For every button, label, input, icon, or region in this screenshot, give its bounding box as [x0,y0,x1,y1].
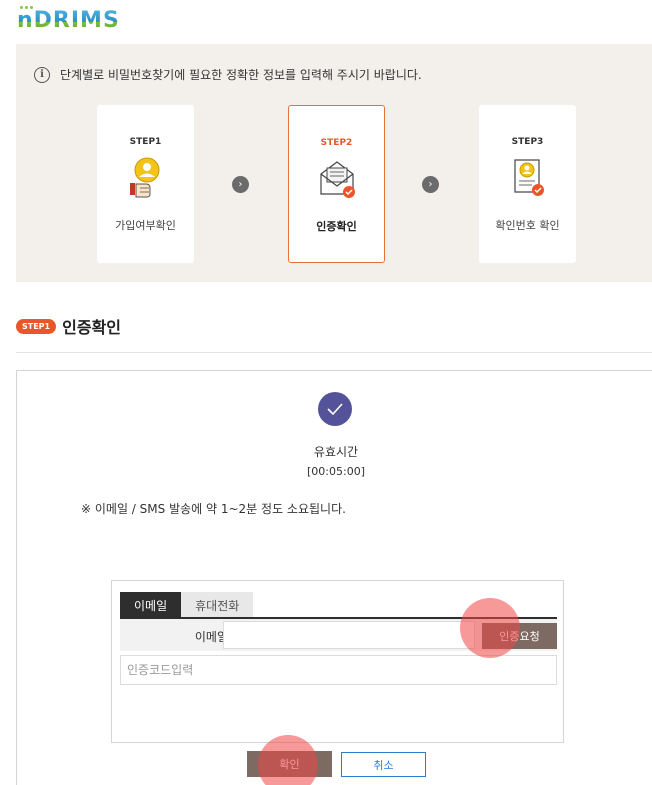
auth-form: 이메일 휴대전화 이메일 인증요청 [111,580,564,743]
email-label: 이메일 [194,630,228,644]
ndrims-logo[interactable]: nDRIMS [17,5,120,33]
step-badge: STEP1 [16,318,57,334]
step-2-label: STEP2 [320,138,353,148]
request-auth-button[interactable]: 인증요청 [482,623,557,649]
guide-message: i 단계별로 비밀번호찾기에 필요한 정확한 정보를 입력해 주시기 바랍니다. [34,66,422,83]
logo-text: nDRIMS [17,8,120,33]
verification-panel: 유효시간 [00:05:00] ※ 이메일 / SMS 발송에 약 1~2분 정… [16,370,652,785]
step-2-card: STEP2 인증확인 [288,105,385,263]
section-heading: STEP1 인증확인 [16,314,121,338]
tab-email[interactable]: 이메일 [120,592,182,618]
cancel-button[interactable]: 취소 [341,752,426,777]
step-arrow-icon: › [422,176,439,193]
guide-text: 단계별로 비밀번호찾기에 필요한 정확한 정보를 입력해 주시기 바랍니다. [60,68,422,82]
step-guide-panel: i 단계별로 비밀번호찾기에 필요한 정확한 정보를 입력해 주시기 바랍니다.… [16,44,652,282]
check-icon [318,392,352,426]
user-thumb-icon [129,157,159,198]
step-arrow-icon: › [232,176,249,193]
step-3-label: STEP3 [511,137,544,147]
step-1-label: STEP1 [129,137,162,147]
certificate-icon [513,159,544,196]
countdown-timer: [00:05:00] [307,465,365,478]
valid-time-label: 유효시간 [313,445,359,459]
sending-notice: ※ 이메일 / SMS 발송에 약 1~2분 정도 소요됩니다. [81,502,346,516]
auth-method-tabs: 이메일 휴대전화 [120,592,254,618]
step-3-card: STEP3 확인번호 확인 [479,105,576,263]
tab-phone[interactable]: 휴대전화 [181,592,254,618]
step-3-name: 확인번호 확인 [495,219,560,232]
logo-dots [20,6,33,9]
email-row: 이메일 인증요청 [120,619,557,651]
confirm-button[interactable]: 확인 [247,751,332,777]
divider [16,352,652,353]
email-field[interactable] [223,621,475,649]
envelope-check-icon [319,161,355,198]
auth-code-input[interactable] [120,655,557,685]
info-circle-icon: i [34,66,50,83]
step-2-name: 인증확인 [316,220,357,233]
step-1-name: 가입여부확인 [115,219,176,232]
page-title: 인증확인 [62,318,122,337]
step-1-card: STEP1 가입여부확인 [97,105,194,263]
